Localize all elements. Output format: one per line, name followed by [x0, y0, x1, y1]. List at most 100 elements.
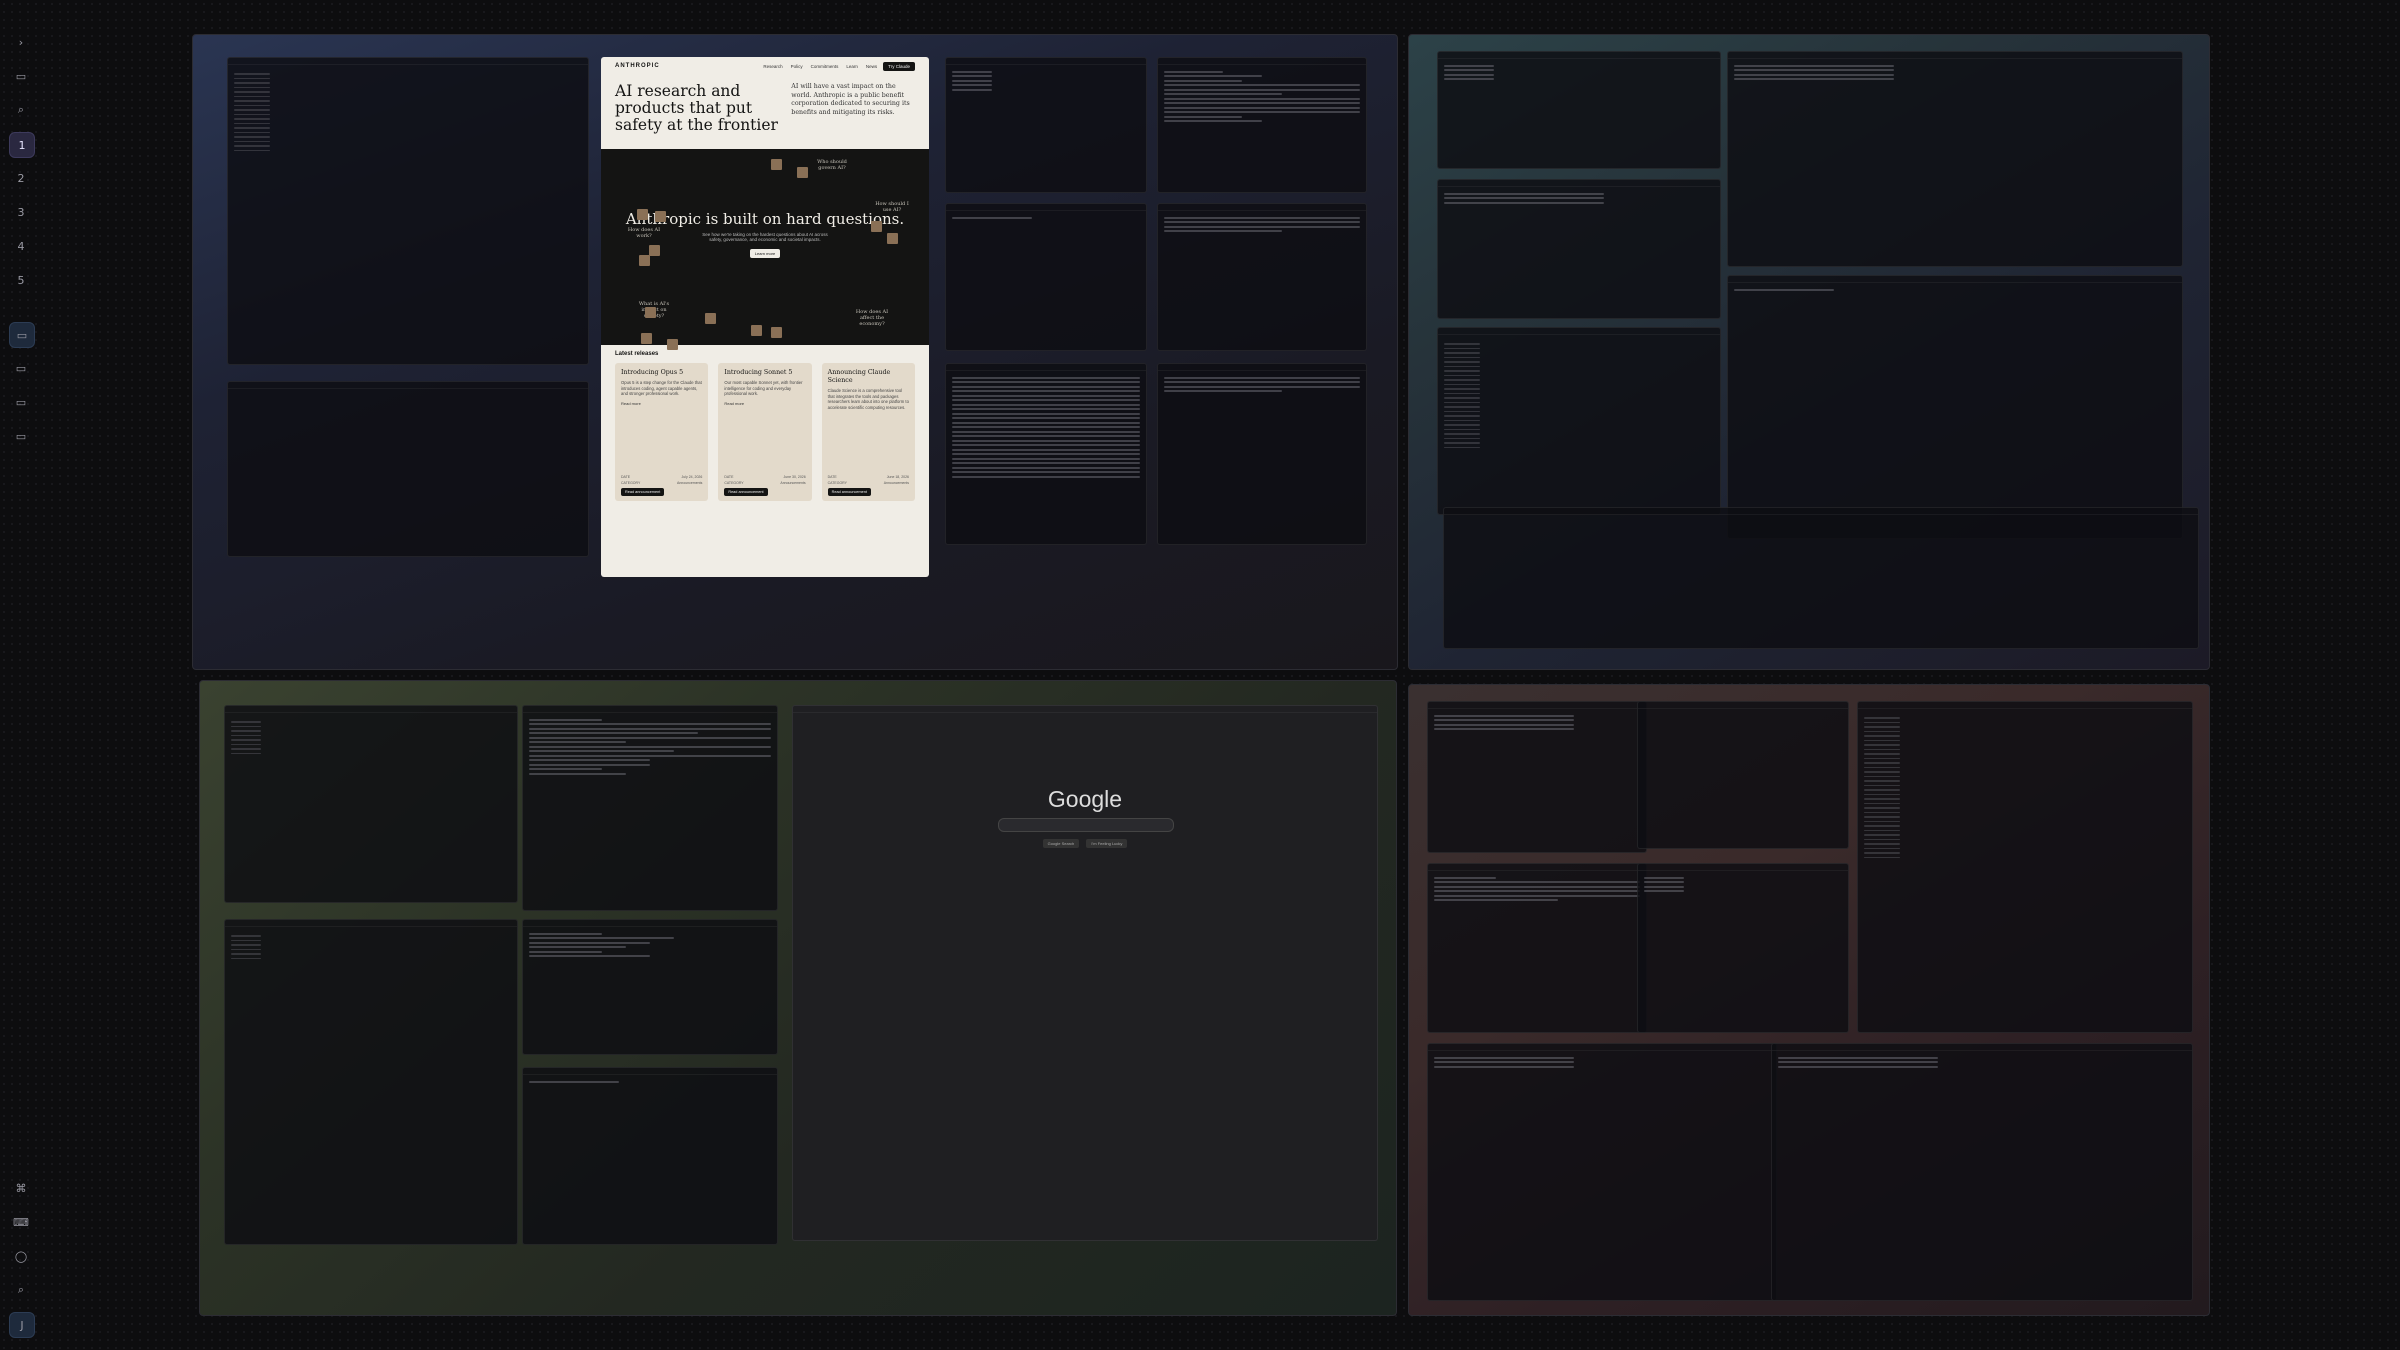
- rail-windows-button[interactable]: ▭: [9, 64, 33, 88]
- photo-thumbnail: [887, 233, 898, 244]
- claude-code-window-3[interactable]: [522, 919, 778, 1055]
- photo-thumbnail: [645, 307, 656, 318]
- feeling-lucky-button[interactable]: I'm Feeling Lucky: [1086, 839, 1128, 848]
- card-category: Announcements: [883, 481, 909, 485]
- workspace-3[interactable]: Google Google Search I'm Feeling Lucky: [199, 680, 1397, 1316]
- rail-folder-icon[interactable]: ▭: [9, 390, 33, 414]
- main-nav: Research Policy Commitments Learn News: [763, 64, 877, 69]
- photo-thumbnail: [641, 333, 652, 344]
- terminal-window-l[interactable]: [1637, 863, 1849, 1033]
- rail-folder-icon[interactable]: ▭: [9, 322, 35, 348]
- file-explorer-window[interactable]: [227, 57, 589, 365]
- terminal-window-i[interactable]: [1727, 275, 2183, 539]
- question-label[interactable]: How does AI affect the economy?: [851, 309, 893, 327]
- rail-expand-button[interactable]: ›: [9, 30, 33, 54]
- claude-code-window[interactable]: [1157, 57, 1367, 193]
- card-read-more[interactable]: Read more: [724, 401, 805, 406]
- date-label: DATE: [724, 475, 734, 479]
- question-label[interactable]: Who should govern AI?: [811, 159, 853, 171]
- release-card[interactable]: Introducing Sonnet 5 Our most capable Son…: [718, 363, 812, 501]
- table-window-3[interactable]: [1637, 701, 1849, 849]
- file-explorer-window-3[interactable]: [224, 705, 518, 903]
- file-explorer-window-4[interactable]: [224, 919, 518, 1245]
- card-date: June 30, 2026: [783, 475, 806, 479]
- rail-space-3-button[interactable]: 3: [9, 200, 33, 224]
- card-category: Announcements: [780, 481, 806, 485]
- terminal-window-j[interactable]: [522, 1067, 778, 1245]
- card-body: Claude Science is a comprehensive tool t…: [827, 388, 909, 410]
- card-title: Introducing Sonnet 5: [724, 369, 793, 376]
- read-announcement-button[interactable]: Read announcement: [827, 488, 871, 496]
- releases-title: Latest releases: [615, 351, 659, 357]
- card-category: Announcements: [677, 481, 703, 485]
- terminal-window-m[interactable]: [1427, 1043, 1777, 1301]
- date-label: DATE: [827, 475, 837, 479]
- file-explorer-window-2[interactable]: [1437, 327, 1721, 515]
- workspace-4[interactable]: [1408, 684, 2210, 1316]
- question-label[interactable]: How should I use AI?: [871, 201, 913, 213]
- google-logo: Google: [1047, 786, 1123, 812]
- card-date: June 18, 2026: [886, 475, 909, 479]
- google-search-button[interactable]: Google Search: [1042, 839, 1080, 848]
- rail-status-button[interactable]: ◯: [9, 1244, 33, 1268]
- terminal-window-k[interactable]: [1427, 701, 1647, 853]
- rail-search-button[interactable]: ⌕: [9, 98, 33, 122]
- google-browser-window[interactable]: Google Google Search I'm Feeling Lucky: [792, 705, 1378, 1241]
- rail-profile-button[interactable]: J: [9, 1312, 35, 1338]
- workspace-1[interactable]: ANTHROPIC Research Policy Commitments Learn…: [192, 34, 1398, 670]
- rail-find-button[interactable]: ⌕: [9, 1278, 33, 1302]
- category-label: CATEGORY: [827, 481, 847, 485]
- terminal-window-n[interactable]: [1771, 1043, 2193, 1301]
- nav-link[interactable]: Research: [763, 64, 782, 69]
- workspace-rail: › ▭ ⌕ 1 2 3 4 5 ▭ ▭ ▭ ▭ ⌘ ⌨ ◯ ⌕ J: [0, 0, 40, 1350]
- dark-sub: See how we're taking on the hardest ques…: [702, 232, 828, 242]
- hard-questions-section: Anthropic is built on hard questions. Se…: [601, 149, 929, 350]
- question-label[interactable]: How does AI work?: [623, 227, 665, 239]
- nav-link[interactable]: Learn: [846, 64, 858, 69]
- terminal-window-b[interactable]: [945, 203, 1147, 351]
- photo-thumbnail: [649, 245, 660, 256]
- terminal-window-e[interactable]: [1157, 363, 1367, 545]
- release-card[interactable]: Announcing Claude Science Claude Science …: [821, 363, 915, 501]
- read-announcement-button[interactable]: Read announcement: [724, 488, 768, 496]
- rail-space-2-button[interactable]: 2: [9, 166, 33, 190]
- learn-more-button[interactable]: Learn more: [749, 249, 781, 258]
- workspace-2[interactable]: [1408, 34, 2210, 670]
- file-explorer-window-5[interactable]: [1857, 701, 2193, 1033]
- photo-thumbnail: [771, 159, 782, 170]
- rail-command-button[interactable]: ⌘: [9, 1176, 33, 1200]
- terminal-window-c[interactable]: [945, 363, 1147, 545]
- claude-code-window-4[interactable]: [1427, 863, 1647, 1033]
- anthropic-logo: ANTHROPIC: [615, 63, 660, 69]
- card-date: July 24, 2026: [681, 475, 703, 479]
- read-announcement-button[interactable]: Read announcement: [621, 488, 665, 496]
- terminal-window-g[interactable]: [1727, 51, 2183, 267]
- nav-link[interactable]: Policy: [791, 64, 803, 69]
- try-claude-button[interactable]: Try Claude: [883, 61, 915, 71]
- rail-keyboard-button[interactable]: ⌨: [9, 1210, 33, 1234]
- rail-space-4-button[interactable]: 4: [9, 234, 33, 258]
- terminal-window-h[interactable]: [1437, 179, 1721, 319]
- rail-folder-icon[interactable]: ▭: [9, 424, 33, 448]
- anthropic-browser-window[interactable]: ANTHROPIC Research Policy Commitments Learn…: [601, 57, 929, 577]
- photo-thumbnail: [639, 255, 650, 266]
- rail-space-5-button[interactable]: 5: [9, 268, 33, 292]
- release-card[interactable]: Introducing Opus 5 Opus 5 is a step chang…: [615, 363, 709, 501]
- nav-link[interactable]: Commitments: [811, 64, 839, 69]
- nav-link[interactable]: News: [866, 64, 877, 69]
- rail-space-1-button[interactable]: 1: [9, 132, 35, 158]
- photo-thumbnail: [771, 327, 782, 338]
- category-label: CATEGORY: [724, 481, 744, 485]
- card-read-more[interactable]: Read more: [621, 401, 702, 406]
- photo-thumbnail: [637, 209, 648, 220]
- terminal-window-a[interactable]: [945, 57, 1147, 193]
- table-window-2[interactable]: [1443, 507, 2199, 649]
- photo-thumbnail: [797, 167, 808, 178]
- google-search-input[interactable]: [998, 818, 1174, 832]
- terminal-window-d[interactable]: [1157, 203, 1367, 351]
- claude-code-window-2[interactable]: [522, 705, 778, 911]
- terminal-window-f[interactable]: [1437, 51, 1721, 169]
- card-title: Announcing Claude Science: [827, 369, 891, 384]
- table-window[interactable]: [227, 381, 589, 557]
- rail-folder-icon[interactable]: ▭: [9, 356, 33, 380]
